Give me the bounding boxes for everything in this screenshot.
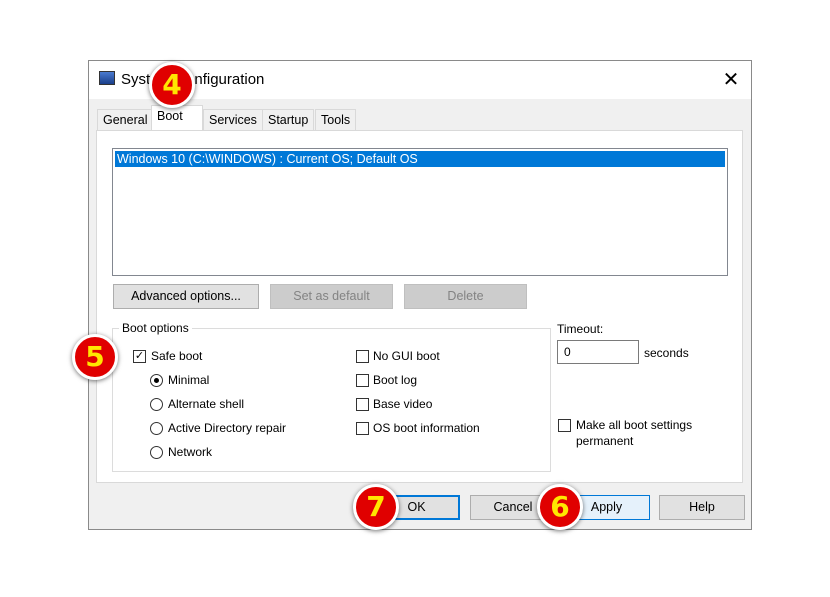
- step-badge-4: 4: [149, 62, 195, 108]
- ad-repair-radio[interactable]: [150, 422, 163, 435]
- make-permanent-label-2: permanent: [576, 434, 634, 448]
- os-list-item[interactable]: Windows 10 (C:\WINDOWS) : Current OS; De…: [115, 151, 725, 167]
- tab-services[interactable]: Services: [203, 109, 263, 130]
- boot-log-label: Boot log: [373, 373, 418, 387]
- alternate-shell-label: Alternate shell: [168, 397, 245, 411]
- timeout-label: Timeout:: [557, 322, 604, 336]
- advanced-options-button[interactable]: Advanced options...: [113, 284, 259, 309]
- step-badge-6: 6: [537, 484, 583, 530]
- tab-general[interactable]: General: [97, 109, 154, 130]
- timeout-unit: seconds: [644, 346, 689, 360]
- os-boot-info-label: OS boot information: [373, 421, 480, 435]
- step-badge-5: 5: [72, 334, 118, 380]
- minimal-label: Minimal: [168, 373, 210, 387]
- boot-panel: Windows 10 (C:\WINDOWS) : Current OS; De…: [96, 130, 743, 483]
- tab-boot[interactable]: Boot: [151, 105, 203, 131]
- base-video-label: Base video: [373, 397, 433, 411]
- safe-boot-checkbox[interactable]: ✓: [133, 350, 146, 363]
- safe-boot-label: Safe boot: [151, 349, 203, 363]
- make-permanent-checkbox[interactable]: [558, 419, 571, 432]
- boot-log-checkbox[interactable]: [356, 374, 369, 387]
- delete-button[interactable]: Delete: [404, 284, 527, 309]
- os-boot-info-checkbox[interactable]: [356, 422, 369, 435]
- alternate-shell-radio[interactable]: [150, 398, 163, 411]
- network-label: Network: [168, 445, 213, 459]
- tab-tools[interactable]: Tools: [315, 109, 357, 130]
- no-gui-boot-checkbox[interactable]: [356, 350, 369, 363]
- help-button[interactable]: Help: [659, 495, 745, 520]
- no-gui-boot-label: No GUI boot: [373, 349, 440, 363]
- step-badge-7: 7: [353, 484, 399, 530]
- boot-options-label: Boot options: [119, 321, 192, 335]
- base-video-checkbox[interactable]: [356, 398, 369, 411]
- network-radio[interactable]: [150, 446, 163, 459]
- tab-startup[interactable]: Startup: [262, 109, 315, 130]
- ad-repair-label: Active Directory repair: [168, 421, 287, 435]
- set-default-button[interactable]: Set as default: [270, 284, 393, 309]
- minimal-radio[interactable]: [150, 374, 163, 387]
- timeout-input[interactable]: 0: [557, 340, 639, 364]
- close-icon[interactable]: ✕: [719, 67, 743, 92]
- system-configuration-window: System Configuration ✕ General Boot Serv…: [88, 60, 752, 530]
- app-icon: [99, 71, 115, 85]
- make-permanent-label-1: Make all boot settings: [576, 418, 693, 432]
- os-list[interactable]: Windows 10 (C:\WINDOWS) : Current OS; De…: [112, 148, 728, 276]
